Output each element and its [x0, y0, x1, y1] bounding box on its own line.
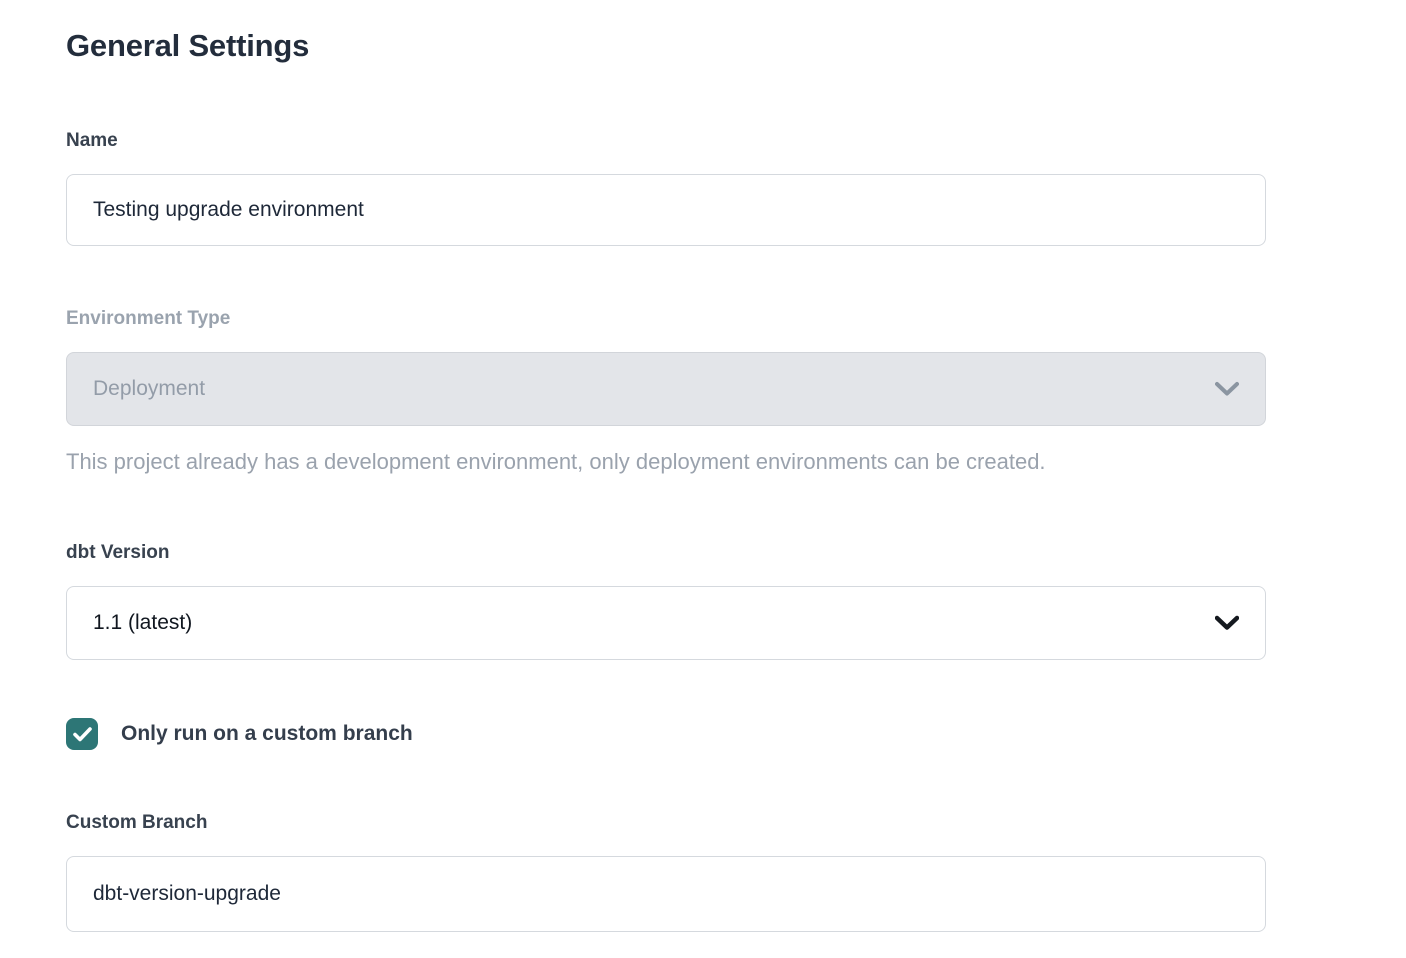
- custom-branch-checkbox[interactable]: [66, 718, 98, 750]
- dbt-version-value: 1.1 (latest): [93, 611, 192, 635]
- name-field-group: Name: [66, 130, 1340, 246]
- custom-branch-input[interactable]: [66, 856, 1266, 932]
- name-input[interactable]: [66, 174, 1266, 246]
- name-label: Name: [66, 130, 1340, 152]
- dbt-version-label: dbt Version: [66, 542, 1340, 564]
- custom-branch-checkbox-label: Only run on a custom branch: [121, 722, 413, 746]
- chevron-down-icon: [1215, 616, 1239, 631]
- custom-branch-field-group: Custom Branch: [66, 812, 1340, 932]
- dbt-version-field-group: dbt Version 1.1 (latest): [66, 542, 1340, 660]
- checkmark-icon: [73, 727, 92, 742]
- environment-type-select: Deployment: [66, 352, 1266, 426]
- dbt-version-select[interactable]: 1.1 (latest): [66, 586, 1266, 660]
- environment-type-label: Environment Type: [66, 308, 1340, 330]
- environment-type-value: Deployment: [93, 377, 205, 401]
- environment-type-field-group: Environment Type Deployment This project…: [66, 308, 1340, 476]
- custom-branch-label: Custom Branch: [66, 812, 1340, 834]
- chevron-down-icon: [1215, 382, 1239, 397]
- page-title: General Settings: [66, 26, 1340, 66]
- custom-branch-checkbox-row: Only run on a custom branch: [66, 718, 1340, 750]
- environment-type-helper-text: This project already has a development e…: [66, 448, 1340, 476]
- general-settings-page: General Settings Name Environment Type D…: [0, 0, 1406, 958]
